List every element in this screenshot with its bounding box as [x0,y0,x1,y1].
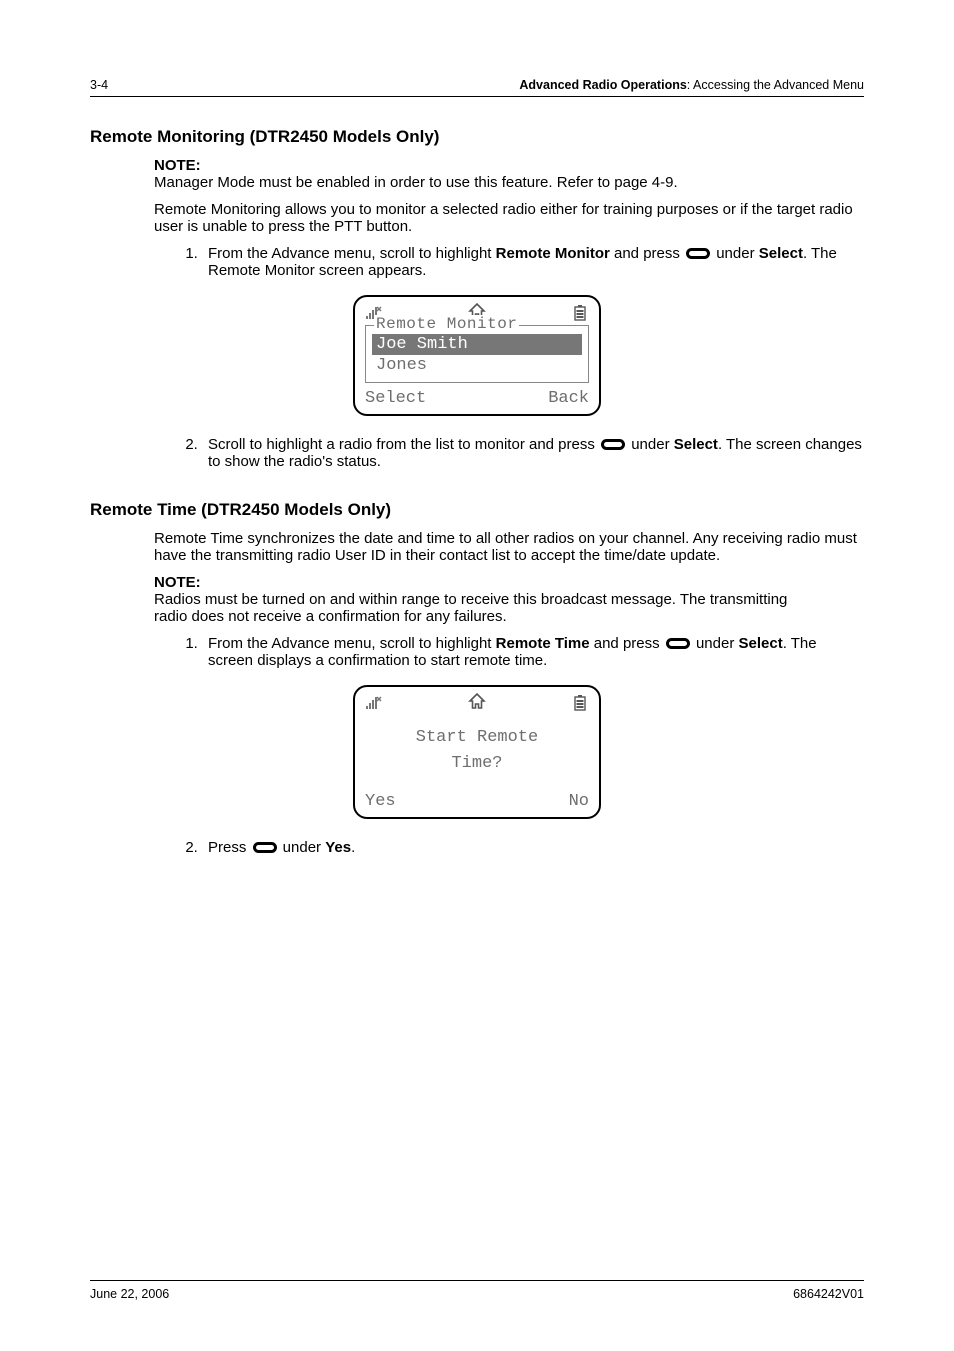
note-text: Radios must be turned on and within rang… [154,591,804,625]
step1-text-a: From the Advance menu, scroll to highlig… [208,245,496,262]
rt-step2-bold-yes: Yes [325,839,351,856]
step1-text-d: under [712,245,759,262]
steps-remote-time: From the Advance menu, scroll to highlig… [154,635,864,669]
lcd-list-item-selected[interactable]: Joe Smith [372,334,582,355]
para-remote-monitoring: Remote Monitoring allows you to monitor … [154,201,864,235]
footer-date: June 22, 2006 [90,1287,169,1301]
lcd-screen-remote-time: Start Remote Time? Yes No [353,685,601,819]
rt-step1-bold-select: Select [739,635,783,652]
step1-bold-remote-monitor: Remote Monitor [496,245,610,262]
battery-icon [571,305,589,321]
lcd-message-line2: Time? [365,751,589,777]
page-header: 3-4 Advanced Radio Operations: Accessing… [90,78,864,97]
softkey-icon [601,439,625,450]
lcd-status-bar [365,693,589,713]
home-icon [468,693,486,709]
page-footer: June 22, 2006 6864242V01 [90,1280,864,1301]
lcd-screen-remote-monitor: Remote Monitor Joe Smith Jones Select Ba… [353,295,601,416]
lcd-softkey-right[interactable]: Back [548,389,589,408]
note-remote-monitoring: NOTE: Manager Mode must be enabled in or… [154,157,864,191]
step1-bold-select: Select [759,245,803,262]
rt-step1-bold-remote-time: Remote Time [496,635,590,652]
step-1-remote-time: From the Advance menu, scroll to highlig… [202,635,864,669]
note-remote-time: NOTE: Radios must be turned on and withi… [154,574,864,625]
lcd-list-title: Remote Monitor [374,315,519,333]
rt-step2-text-a: Press [208,839,251,856]
heading-remote-time: Remote Time (DTR2450 Models Only) [90,500,864,520]
lcd-softkey-row: Yes No [365,792,589,811]
rt-step2-text-d: . [351,839,355,856]
lcd-softkey-left[interactable]: Select [365,389,426,408]
step2-bold-select: Select [674,436,718,453]
step2-text-a: Scroll to highlight a radio from the lis… [208,436,599,453]
lcd-message-line1: Start Remote [365,725,589,751]
header-section-bold: Advanced Radio Operations [519,78,686,92]
note-label: NOTE: [154,157,210,174]
step2-text-b: under [627,436,674,453]
lcd-list-panel: Remote Monitor Joe Smith Jones [365,325,589,383]
softkey-icon [686,248,710,259]
step-1-remote-monitoring: From the Advance menu, scroll to highlig… [202,245,864,279]
softkey-icon [666,638,690,649]
rt-step1-text-d: under [692,635,739,652]
rt-step1-text-a: From the Advance menu, scroll to highlig… [208,635,496,652]
step1-text-c: and press [610,245,684,262]
lcd-softkey-row: Select Back [365,389,589,408]
lcd-softkey-right[interactable]: No [569,792,589,811]
rt-step1-text-c: and press [590,635,664,652]
rt-step2-text-b: under [279,839,326,856]
para-remote-time: Remote Time synchronizes the date and ti… [154,530,864,564]
heading-remote-monitoring: Remote Monitoring (DTR2450 Models Only) [90,127,864,147]
steps-remote-monitoring: From the Advance menu, scroll to highlig… [154,245,864,279]
note-text: Manager Mode must be enabled in order to… [154,174,804,191]
signal-icon [365,695,383,711]
step-2-remote-monitoring: Scroll to highlight a radio from the lis… [202,436,864,470]
lcd-list-item[interactable]: Jones [372,355,582,376]
lcd-softkey-left[interactable]: Yes [365,792,396,811]
footer-doc-id: 6864242V01 [793,1287,864,1301]
step-2-remote-time: Press under Yes. [202,839,864,856]
note-label: NOTE: [154,574,210,591]
steps-remote-time-2: Press under Yes. [154,839,864,856]
steps-remote-monitoring-2: Scroll to highlight a radio from the lis… [154,436,864,470]
battery-icon [571,695,589,711]
header-breadcrumb: Advanced Radio Operations: Accessing the… [519,78,864,92]
page-number: 3-4 [90,78,108,92]
softkey-icon [253,842,277,853]
lcd-message: Start Remote Time? [365,725,589,776]
header-section-rest: : Accessing the Advanced Menu [687,78,864,92]
